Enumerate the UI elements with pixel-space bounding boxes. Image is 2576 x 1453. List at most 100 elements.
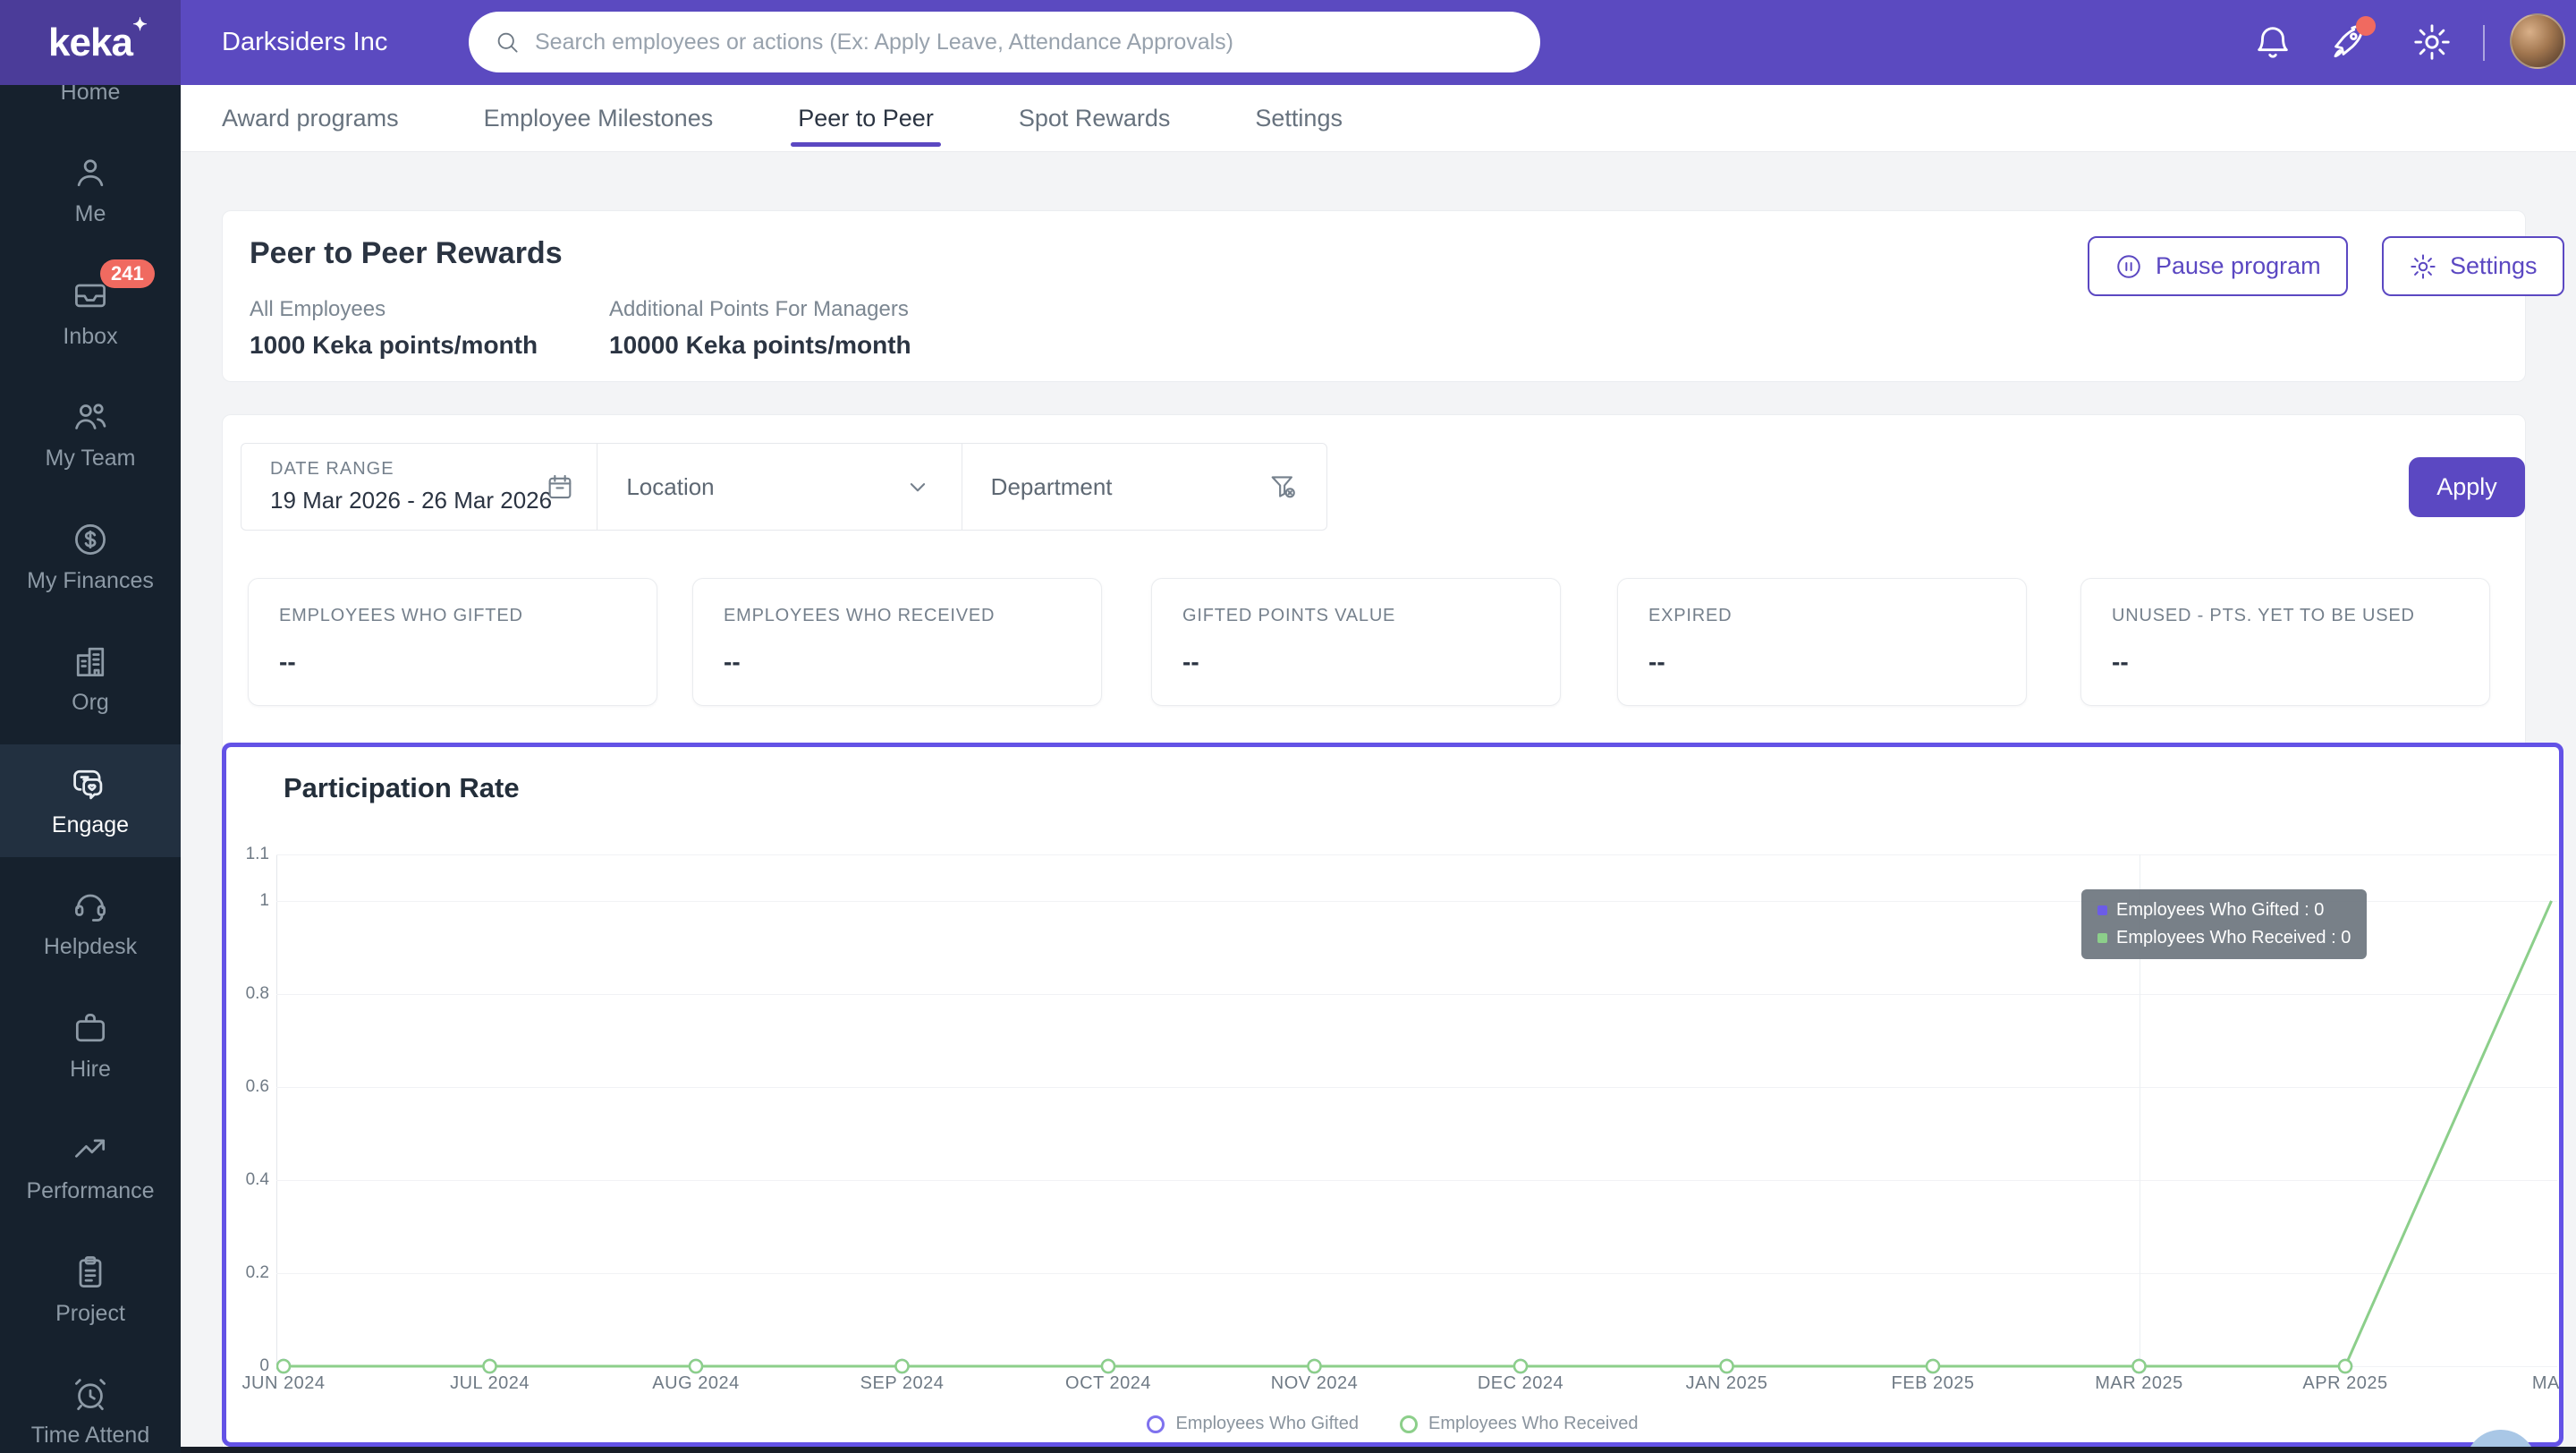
y-tick-label: 0.2 xyxy=(245,1263,269,1282)
funnel-clear-icon[interactable] xyxy=(1267,472,1298,502)
stat-label: UNUSED - PTS. YET TO BE USED xyxy=(2112,606,2415,625)
bell-icon xyxy=(2252,21,2293,63)
data-point xyxy=(1513,1358,1529,1374)
trend-icon xyxy=(71,1130,110,1169)
sidebar-item-me[interactable]: Me xyxy=(0,134,181,247)
sidebar-item-engage[interactable]: Engage xyxy=(0,744,181,857)
stat-label: EMPLOYEES WHO GIFTED xyxy=(279,606,523,625)
field-value: 1000 Keka points/month xyxy=(250,331,538,359)
tab-employee-milestones[interactable]: Employee Milestones xyxy=(484,85,714,151)
global-settings-button[interactable] xyxy=(2411,21,2453,63)
stat-label: GIFTED POINTS VALUE xyxy=(1182,606,1396,625)
sidebar-item-my-team[interactable]: My Team xyxy=(0,378,181,491)
header-divider xyxy=(2483,25,2485,61)
sidebar-item-label: Performance xyxy=(26,1178,155,1203)
stat-card-expired: EXPIRED -- xyxy=(1617,578,2027,706)
series-line-employees-who-gifted xyxy=(284,900,2553,1368)
sidebar-item-performance[interactable]: Performance xyxy=(0,1111,181,1224)
whats-new-button[interactable] xyxy=(2327,16,2376,63)
x-tick-label: JUN 2024 xyxy=(242,1373,326,1393)
search-icon xyxy=(494,29,521,55)
legend-circle-icon xyxy=(1399,1415,1418,1433)
program-summary-card: Peer to Peer Rewards All Employees 1000 … xyxy=(222,210,2564,382)
headset-icon xyxy=(71,886,110,925)
date-range-label: DATE RANGE xyxy=(270,459,394,479)
inbox-count-badge: 241 xyxy=(100,259,155,288)
tooltip-color-swatch xyxy=(2097,933,2107,943)
pause-program-button[interactable]: Pause program xyxy=(2088,236,2348,296)
date-range-value: 19 Mar 2026 - 26 Mar 2026 xyxy=(270,487,553,514)
company-name: Darksiders Inc xyxy=(222,28,388,56)
sidebar-item-org[interactable]: Org xyxy=(0,623,181,735)
tab-settings[interactable]: Settings xyxy=(1255,85,1343,151)
data-point xyxy=(1719,1358,1734,1374)
x-tick-label: FEB 2025 xyxy=(1891,1373,1975,1393)
sidebar-item-hire[interactable]: Hire xyxy=(0,989,181,1101)
sidebar-item-label: My Finances xyxy=(27,567,154,593)
date-range-filter[interactable]: DATE RANGE 19 Mar 2026 - 26 Mar 2026 xyxy=(242,444,598,530)
participation-rate-chart: Participation Rate JUN 2024 JUL 2024 AUG 2… xyxy=(222,743,2563,1447)
stat-value: -- xyxy=(724,648,741,676)
data-point xyxy=(2337,1358,2353,1374)
legend-item-employees-who-gifted[interactable]: Employees Who Gifted xyxy=(1147,1414,1359,1434)
sidebar-item-label: My Team xyxy=(45,446,136,471)
stat-card-unused-pts-yet-to-be-used: UNUSED - PTS. YET TO BE USED -- xyxy=(2080,578,2490,706)
x-tick-label: MAY xyxy=(2531,1373,2559,1393)
program-field-all-employees: All Employees 1000 Keka points/month xyxy=(250,297,538,360)
sidebar-item-time-attend[interactable]: Time Attend xyxy=(0,1355,181,1453)
stat-label: EMPLOYEES WHO RECEIVED xyxy=(724,606,996,625)
keka-logo[interactable]: keka ✦ xyxy=(0,0,181,85)
sidebar-item-project[interactable]: Project xyxy=(0,1233,181,1346)
user-avatar[interactable] xyxy=(2510,13,2565,69)
data-point xyxy=(688,1358,704,1374)
data-point xyxy=(276,1358,292,1374)
series-line-employees-who-received xyxy=(284,900,2553,1368)
sidebar-item-label: Inbox xyxy=(63,323,118,349)
tab-spot-rewards[interactable]: Spot Rewards xyxy=(1019,85,1171,151)
data-point xyxy=(1307,1358,1322,1374)
notifications-button[interactable] xyxy=(2252,21,2293,63)
location-filter[interactable]: Location xyxy=(597,444,962,530)
x-tick-label: SEP 2024 xyxy=(860,1373,945,1393)
stats-row: EMPLOYEES WHO GIFTED -- EMPLOYEES WHO RECE… xyxy=(223,578,2527,706)
y-tick-label: 0 xyxy=(259,1356,269,1375)
sidebar-item-label: Hire xyxy=(70,1056,111,1082)
person-icon xyxy=(71,153,110,192)
window-bottom-edge xyxy=(181,1447,2576,1453)
tab-peer-to-peer[interactable]: Peer to Peer xyxy=(791,85,941,151)
x-tick-label: DEC 2024 xyxy=(1477,1373,1564,1393)
y-tick-label: 0.6 xyxy=(245,1077,269,1096)
x-tick-label: AUG 2024 xyxy=(652,1373,740,1393)
top-header: keka ✦ Darksiders Inc xyxy=(0,0,2576,85)
y-tick-label: 0.8 xyxy=(245,984,269,1003)
stat-value: -- xyxy=(279,648,296,676)
legend-item-employees-who-received[interactable]: Employees Who Received xyxy=(1399,1414,1639,1434)
x-tick-label: JUL 2024 xyxy=(450,1373,530,1393)
tab-award-programs[interactable]: Award programs xyxy=(222,85,399,151)
x-tick-label: JAN 2025 xyxy=(1685,1373,1768,1393)
x-tick-label: NOV 2024 xyxy=(1270,1373,1359,1393)
global-search[interactable] xyxy=(469,12,1540,72)
department-filter[interactable]: Department xyxy=(962,444,1326,530)
main-content: Award programs Employee Milestones Peer to… xyxy=(181,85,2576,1453)
sidebar-item-label: Org xyxy=(72,690,109,715)
sidebar-item-inbox[interactable]: Inbox 241 xyxy=(0,256,181,369)
data-point xyxy=(1925,1358,1941,1374)
stat-value: -- xyxy=(1182,648,1199,676)
apply-button[interactable]: Apply xyxy=(2409,457,2525,517)
engage-icon xyxy=(71,764,110,803)
location-placeholder: Location xyxy=(626,472,715,500)
gear-icon xyxy=(2409,252,2437,281)
stat-label: EXPIRED xyxy=(1648,606,1733,625)
dollar-icon xyxy=(71,520,110,559)
sidebar-item-helpdesk[interactable]: Helpdesk xyxy=(0,867,181,980)
page-title: Peer to Peer Rewards xyxy=(250,236,563,270)
data-point xyxy=(894,1358,910,1374)
program-settings-button[interactable]: Settings xyxy=(2382,236,2564,296)
pause-icon xyxy=(2114,252,2143,281)
x-tick-label: MAR 2025 xyxy=(2095,1373,2183,1393)
briefcase-icon xyxy=(71,1008,110,1048)
search-input[interactable] xyxy=(535,29,1515,55)
sidebar-item-my-finances[interactable]: My Finances xyxy=(0,500,181,613)
stat-value: -- xyxy=(2112,648,2129,676)
